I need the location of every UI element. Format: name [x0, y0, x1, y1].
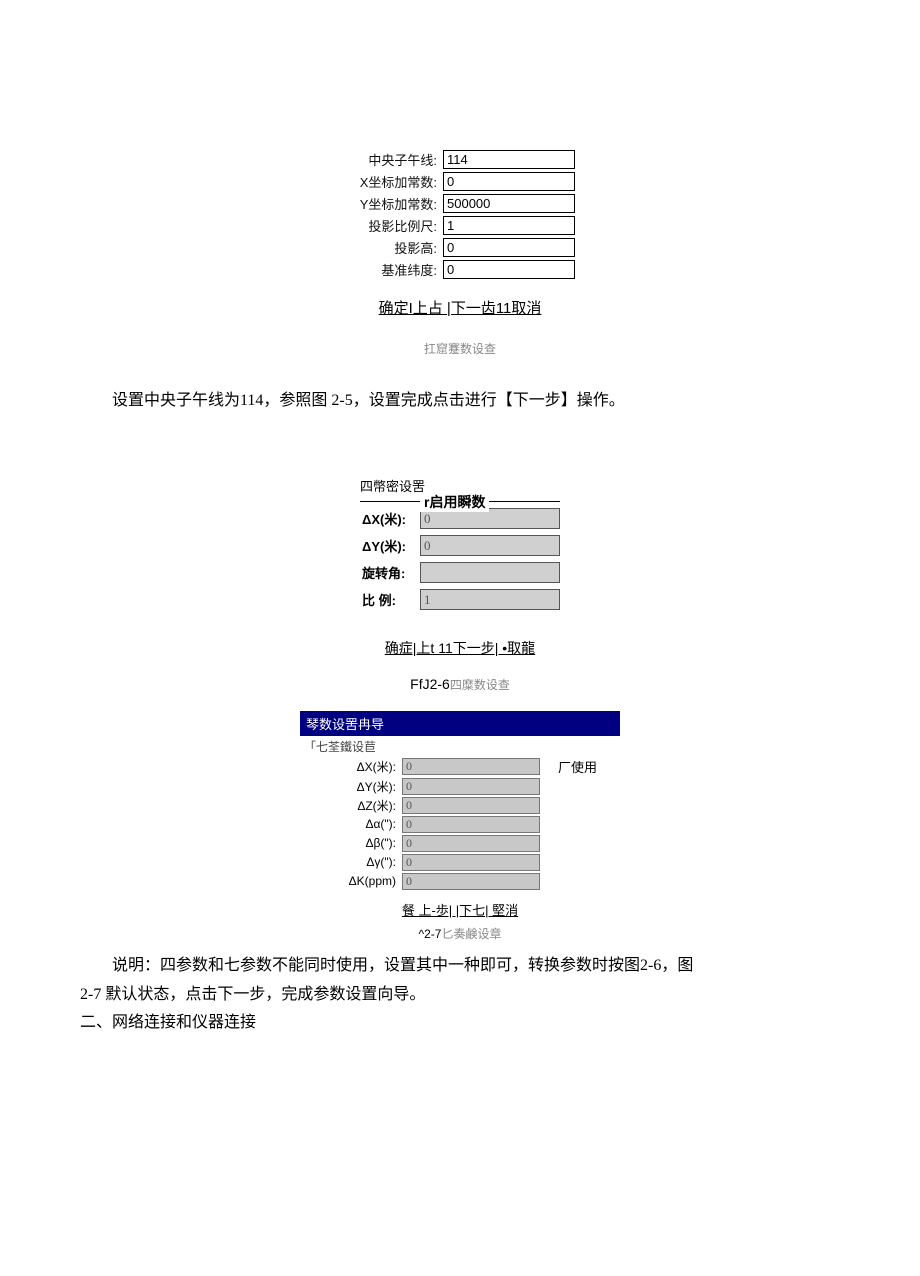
input-meridian[interactable]: 114 — [443, 150, 575, 169]
label-rotation: 旋转角: — [360, 563, 420, 582]
input-base-lat[interactable]: 0 — [443, 260, 575, 279]
input-scale[interactable]: 1 — [443, 216, 575, 235]
checkbox-use-label[interactable]: 厂使用 — [540, 757, 597, 776]
dialog3-caption-grey: 匕奏鹸设章 — [441, 927, 501, 941]
dialog1-caption: 扛窟蹇数设查 — [80, 340, 840, 357]
dialog3-buttons[interactable]: 餐 上-歩| |下七| 堅消 — [80, 900, 840, 919]
label-7-dg: Δγ("): — [300, 855, 402, 869]
dialog2-buttons[interactable]: 确症|上t 11下一步| •取龍 — [80, 638, 840, 658]
label-ratio: 比 例: — [360, 590, 420, 609]
input-7-dy[interactable]: 0 — [402, 778, 540, 795]
dialog3-group-label: 「七荃鐵设苣 — [300, 736, 620, 755]
input-dy[interactable]: 0 — [420, 535, 560, 556]
label-7-dx: ΔX(米): — [300, 758, 402, 775]
projection-params-dialog: 中央子午线: 114 X坐标加常数: 0 Y坐标加常数: 500000 投影比例… — [345, 150, 575, 279]
label-7-dy: ΔY(米): — [300, 778, 402, 795]
dialog3-titlebar: 琴数设罟冉导 — [300, 711, 620, 736]
seven-params-dialog: 琴数设罟冉导 「七荃鐵设苣 ΔX(米): 0 厂使用 ΔY(米): 0 ΔZ(米… — [300, 711, 620, 890]
input-7-db[interactable]: 0 — [402, 835, 540, 852]
paragraph-explain-1: 说明：四参数和七参数不能同时使用，设置其中一种即可，转换参数时按图2-6，图 — [80, 952, 840, 981]
label-proj-height: 投影高: — [345, 238, 443, 257]
dialog2-caption: FfJ2-6四糜数设查 — [80, 676, 840, 693]
input-x-offset[interactable]: 0 — [443, 172, 575, 191]
input-7-dx[interactable]: 0 — [402, 758, 540, 775]
dialog3-caption-prefix: ^2-7 — [419, 927, 442, 941]
input-7-dz[interactable]: 0 — [402, 797, 540, 814]
heading-network: 二、网络连接和仪器连接 — [80, 1009, 840, 1038]
input-7-da[interactable]: 0 — [402, 816, 540, 833]
four-params-dialog: r启用瞬数 ΔX(米): 0 ΔY(米): 0 旋转角: 比 例: 1 — [360, 501, 560, 610]
dialog2-group-label: r启用瞬数 — [420, 492, 489, 512]
label-scale: 投影比例尺: — [345, 216, 443, 235]
label-meridian: 中央子午线: — [345, 150, 443, 169]
input-proj-height[interactable]: 0 — [443, 238, 575, 257]
input-7-dg[interactable]: 0 — [402, 854, 540, 871]
label-base-lat: 基准纬度: — [345, 260, 443, 279]
input-ratio[interactable]: 1 — [420, 589, 560, 610]
label-7-da: Δα("): — [300, 817, 402, 831]
label-x-offset: X坐标加常数: — [345, 172, 443, 191]
dialog2-caption-prefix: FfJ2-6 — [410, 676, 450, 692]
label-dy: ΔY(米): — [360, 536, 420, 555]
label-dx: ΔX(米): — [360, 509, 420, 528]
paragraph-explain-2: 2-7 默认状态，点击下一步，完成参数设置向导。 — [80, 981, 840, 1010]
input-y-offset[interactable]: 500000 — [443, 194, 575, 213]
dialog2-caption-grey: 四糜数设查 — [450, 678, 510, 692]
dialog1-buttons[interactable]: 确定I上占 |下一齿11取消 — [80, 297, 840, 318]
input-rotation[interactable] — [420, 562, 560, 583]
label-7-dk: ΔK(ppm) — [300, 874, 402, 888]
input-7-dk[interactable]: 0 — [402, 873, 540, 890]
paragraph-set-meridian: 设置中央子午线为114，参照图 2-5，设置完成点击进行【下一步】操作。 — [80, 387, 840, 416]
dialog3-caption: ^2-7匕奏鹸设章 — [80, 925, 840, 942]
label-7-dz: ΔZ(米): — [300, 797, 402, 814]
label-y-offset: Y坐标加常数: — [345, 194, 443, 213]
label-7-db: Δβ("): — [300, 836, 402, 850]
